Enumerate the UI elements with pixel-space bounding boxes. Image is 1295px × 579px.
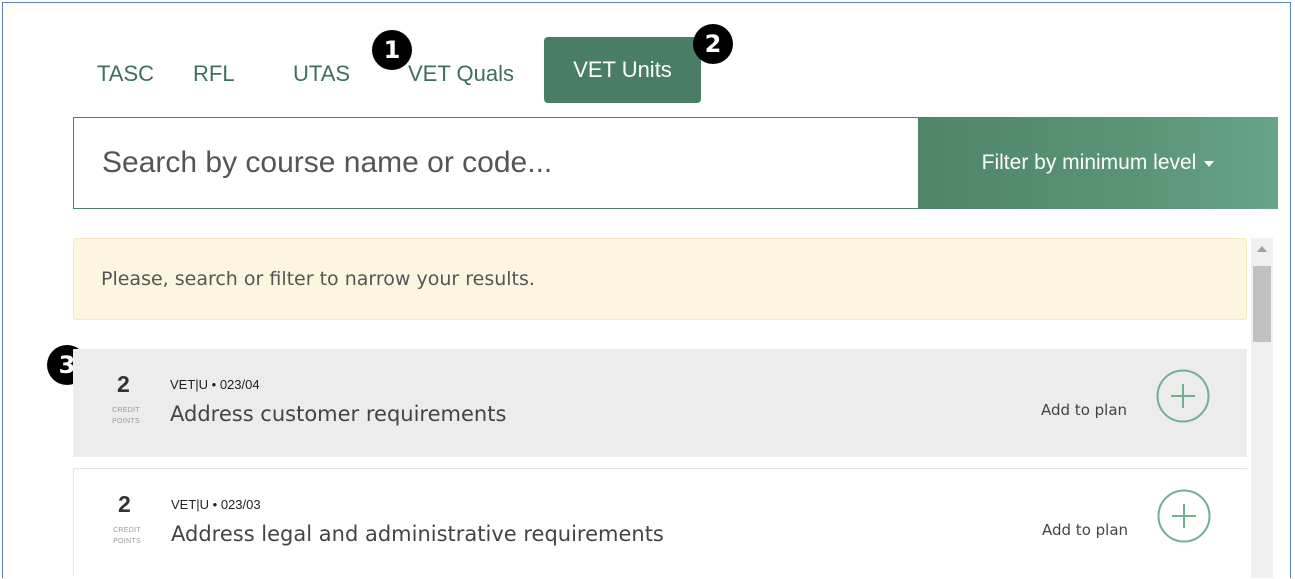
results-scrollbar[interactable]: [1251, 238, 1273, 578]
unit-title: Address customer requirements: [170, 402, 507, 426]
credit-points-value: 2: [118, 491, 131, 517]
credit-points-label: CREDIT POINTS: [113, 527, 141, 545]
credit-points-value: 2: [117, 371, 130, 397]
filter-level-label: Filter by minimum level: [981, 151, 1197, 174]
add-to-plan-label[interactable]: Add to plan: [1041, 401, 1127, 419]
search-box: [73, 117, 918, 209]
caret-down-icon: [1204, 161, 1215, 167]
unit-title: Address legal and administrative require…: [171, 522, 664, 546]
tab-rfl[interactable]: RFL: [193, 59, 235, 89]
results-notice: Please, search or filter to narrow your …: [73, 238, 1247, 320]
tab-tasc[interactable]: TASC: [97, 59, 154, 89]
scrollbar-thumb[interactable]: [1253, 266, 1271, 342]
app-frame: TASC RFL UTAS VET Quals VET Units 1 2 3 …: [2, 2, 1291, 578]
tab-vet-units[interactable]: VET Units: [544, 37, 701, 103]
unit-code: VET|U • 023/03: [171, 497, 261, 512]
annotation-marker-2: 2: [693, 24, 733, 64]
credit-points-label: CREDIT POINTS: [112, 407, 140, 425]
unit-list-item: 2 CREDIT POINTS VET|U • 023/03 Address l…: [73, 468, 1247, 576]
unit-code: VET|U • 023/04: [170, 377, 260, 392]
filter-level-button[interactable]: Filter by minimum level: [918, 117, 1278, 209]
tab-vet-units-label: VET Units: [573, 57, 672, 82]
unit-list-item: 2 CREDIT POINTS VET|U • 023/04 Address c…: [73, 349, 1247, 457]
results-notice-text: Please, search or filter to narrow your …: [101, 268, 535, 290]
annotation-marker-1: 1: [372, 30, 412, 70]
plus-circle-icon[interactable]: [1156, 369, 1210, 423]
plus-circle-icon[interactable]: [1157, 489, 1211, 543]
scroll-up-arrow-icon[interactable]: [1257, 246, 1267, 252]
tab-vet-quals[interactable]: VET Quals: [408, 59, 514, 89]
add-to-plan-label[interactable]: Add to plan: [1042, 521, 1128, 539]
tab-utas[interactable]: UTAS: [293, 59, 350, 89]
search-input[interactable]: [100, 145, 904, 181]
